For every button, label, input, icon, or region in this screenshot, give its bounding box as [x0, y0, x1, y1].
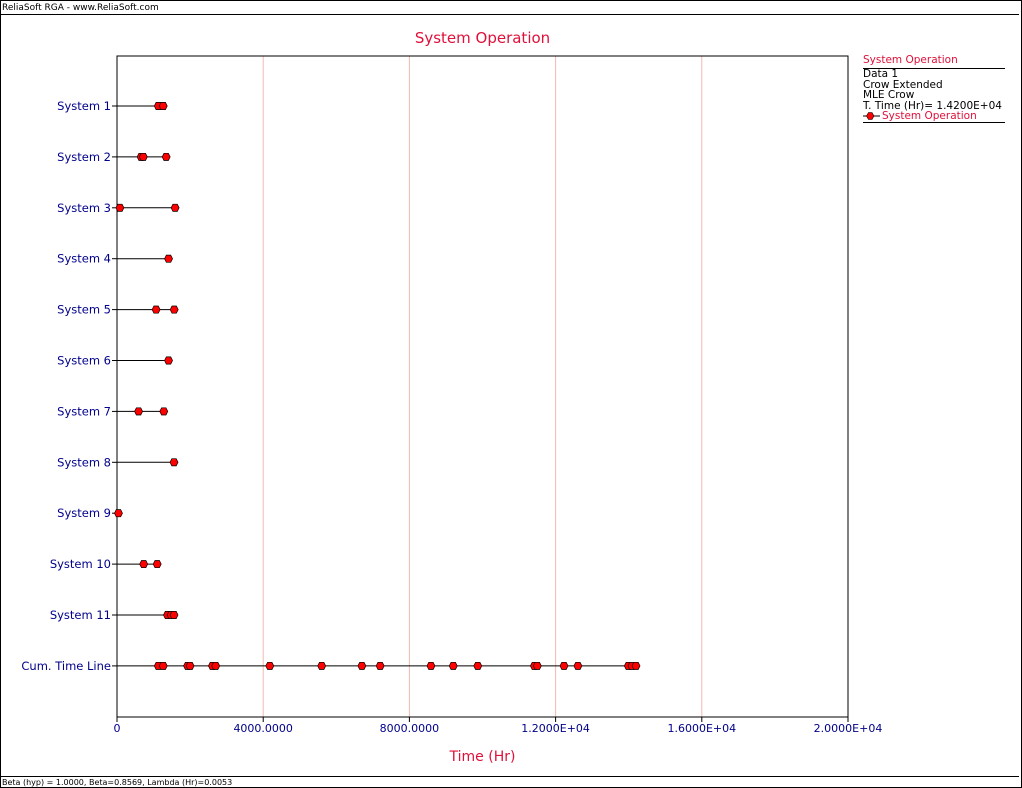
plot-frame [116, 55, 849, 718]
row-label: System 7 [57, 404, 111, 418]
failure-point [161, 152, 171, 161]
x-axis-label: Time (Hr) [449, 749, 516, 765]
failure-point [169, 305, 179, 314]
failure-point [164, 356, 173, 365]
row-label: System 4 [57, 252, 111, 266]
row-label: System 8 [57, 455, 111, 469]
legend: System Operation Data 1 Crow Extended ML… [863, 54, 1005, 123]
x-tick-label: 4000.0000 [233, 722, 293, 735]
legend-title: System Operation [863, 54, 1005, 69]
failure-point [114, 509, 123, 518]
legend-line-data: Data 1 [863, 68, 899, 80]
x-tick-label: 0 [114, 722, 121, 735]
failure-point [152, 560, 162, 569]
failure-point [357, 661, 367, 670]
row-label: System 2 [57, 150, 111, 164]
chart-title: System Operation [415, 29, 550, 47]
legend-series-entry: System Operation [863, 111, 1005, 123]
failure-point [265, 661, 275, 670]
failure-point [138, 152, 148, 161]
row-label: System 5 [57, 303, 111, 317]
failure-point [115, 203, 125, 212]
row-label: Cum. Time Line [21, 659, 111, 673]
failure-point [169, 458, 179, 467]
failure-point [426, 661, 436, 670]
failure-point [473, 661, 483, 670]
failure-point [151, 305, 161, 314]
row-label: System 10 [50, 557, 111, 571]
failure-point [185, 661, 195, 670]
failure-point [164, 254, 173, 263]
failure-point [375, 661, 385, 670]
x-tick-label: 8000.0000 [380, 722, 440, 735]
row-label: System 9 [57, 506, 111, 520]
legend-line-method: MLE Crow [863, 89, 915, 101]
failure-point [158, 102, 168, 110]
failure-point [159, 407, 169, 416]
failure-point [631, 661, 641, 670]
failure-point [532, 661, 542, 670]
row-label: System 3 [57, 201, 111, 215]
status-bar: Beta (hyp) = 1.0000, Beta=0.8569, Lambda… [1, 776, 1019, 787]
failure-point [317, 661, 327, 670]
x-tick-label: 1.6000E+04 [667, 722, 736, 735]
row-label: System 11 [50, 608, 111, 622]
failure-point [559, 661, 569, 670]
failure-point [211, 661, 221, 670]
x-tick-label: 1.2000E+04 [521, 722, 590, 735]
legend-series-label: System Operation [882, 110, 977, 122]
status-text: Beta (hyp) = 1.0000, Beta=0.8569, Lambda… [2, 778, 233, 787]
row-label: System 1 [57, 99, 111, 113]
failure-point [448, 661, 458, 670]
row-label: System 6 [57, 354, 111, 368]
failure-point [158, 661, 168, 670]
failure-point [170, 203, 180, 212]
failure-point [139, 560, 149, 569]
failure-point [134, 407, 143, 416]
failure-point [169, 611, 179, 619]
x-tick-label: 2.0000E+04 [814, 722, 883, 735]
failure-point [573, 661, 583, 670]
legend-marker-icon [863, 112, 880, 120]
